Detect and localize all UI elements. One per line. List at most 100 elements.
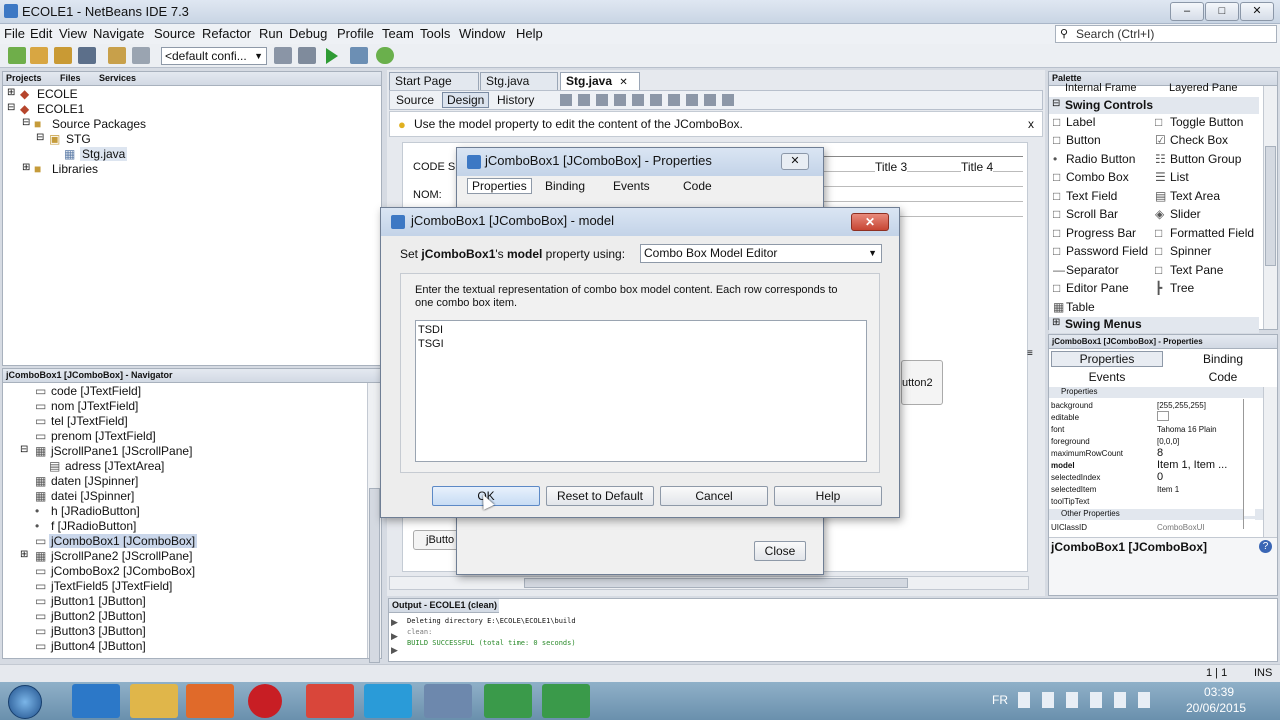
subtab-design[interactable]: Design: [442, 92, 490, 108]
tab-properties[interactable]: Properties: [467, 178, 532, 194]
tab-stg-java-1[interactable]: Stg.java: [480, 72, 558, 90]
expand-icon[interactable]: ⊞: [7, 87, 15, 98]
menu-team[interactable]: Team: [382, 26, 414, 41]
prop-ellipsis-buttons[interactable]: [1243, 399, 1255, 529]
other-properties-section[interactable]: Other Properties: [1049, 509, 1263, 520]
expand-icon[interactable]: ⊞: [22, 162, 30, 173]
palette-item[interactable]: Combo Box: [1066, 170, 1129, 184]
palette-item[interactable]: Button: [1066, 133, 1101, 147]
nav-item[interactable]: jScrollPane1 [JScrollPane]: [51, 444, 192, 458]
nav-item[interactable]: jButton2 [JButton]: [51, 609, 146, 623]
language-indicator[interactable]: FR: [992, 693, 1008, 707]
tab-projects[interactable]: Projects: [6, 72, 42, 85]
menu-edit[interactable]: Edit: [30, 26, 52, 41]
menu-file[interactable]: File: [4, 26, 25, 41]
camtasia-icon[interactable]: [484, 684, 532, 718]
tab-properties[interactable]: Properties: [1051, 351, 1163, 367]
navigator-scrollbar[interactable]: [367, 383, 381, 663]
tree-item-stg[interactable]: STG: [66, 132, 91, 146]
palette-category-swing-menus[interactable]: ⊞ Swing Menus: [1049, 317, 1259, 333]
palette-item[interactable]: Progress Bar: [1066, 226, 1136, 240]
prop-value[interactable]: Tahoma 16 Plain: [1157, 425, 1217, 434]
palette-item[interactable]: Table: [1066, 300, 1095, 314]
scroll-thumb[interactable]: [1265, 146, 1276, 266]
search-box[interactable]: ⚲ Search (Ctrl+I): [1055, 25, 1277, 43]
camtasia-recorder-icon[interactable]: [542, 684, 590, 718]
nav-item[interactable]: nom [JTextField]: [51, 399, 138, 413]
tree-item-stg-java[interactable]: Stg.java: [80, 147, 128, 161]
palette-item[interactable]: Formatted Field: [1170, 226, 1254, 240]
run-icon[interactable]: [326, 48, 338, 64]
minimize-button[interactable]: –: [1170, 2, 1204, 21]
palette-item[interactable]: Tree: [1170, 281, 1194, 295]
collapse-icon[interactable]: ⊟: [22, 117, 30, 128]
properties-section[interactable]: Properties: [1049, 387, 1263, 398]
menu-refactor[interactable]: Refactor: [202, 26, 251, 41]
tab-code[interactable]: Code: [683, 179, 712, 193]
clock-date[interactable]: 20/06/2015: [1186, 701, 1246, 715]
clock-time[interactable]: 03:39: [1204, 685, 1234, 699]
prop-value[interactable]: Item 1, Item ...: [1157, 459, 1227, 471]
palette-item[interactable]: Text Area: [1170, 189, 1220, 203]
palette-item[interactable]: Editor Pane: [1066, 281, 1129, 295]
close-hint-icon[interactable]: x: [1028, 117, 1034, 131]
prop-value[interactable]: Item 1: [1157, 485, 1179, 494]
nav-item[interactable]: daten [JSpinner]: [51, 474, 138, 488]
align-tools-icons[interactable]: [560, 94, 740, 106]
nav-item[interactable]: code [JTextField]: [51, 384, 141, 398]
undo-icon[interactable]: [108, 47, 126, 64]
nav-item[interactable]: jScrollPane2 [JScrollPane]: [51, 549, 192, 563]
cancel-button[interactable]: Cancel: [660, 486, 768, 506]
maximize-button[interactable]: □: [1205, 2, 1239, 21]
menu-source[interactable]: Source: [154, 26, 195, 41]
nav-item[interactable]: jButton1 [JButton]: [51, 594, 146, 608]
start-button-icon[interactable]: [8, 685, 42, 719]
prop-checkbox[interactable]: [1157, 411, 1169, 421]
scroll-thumb[interactable]: [369, 488, 380, 663]
palette-item[interactable]: Button Group: [1170, 152, 1241, 166]
nav-item-selected[interactable]: jComboBox1 [JComboBox]: [49, 534, 198, 548]
save-all-icon[interactable]: [78, 47, 96, 64]
palette-item[interactable]: Toggle Button: [1170, 115, 1243, 129]
nav-item[interactable]: f [JRadioButton]: [51, 519, 136, 533]
profile-icon[interactable]: [376, 47, 394, 64]
palette-item[interactable]: List: [1170, 170, 1189, 184]
search-input[interactable]: Search (Ctrl+I): [1076, 27, 1154, 41]
nav-item[interactable]: jButton4 [JButton]: [51, 639, 146, 653]
menu-navigate[interactable]: Navigate: [93, 26, 144, 41]
form-jbutton[interactable]: jButto: [413, 530, 461, 550]
menu-view[interactable]: View: [59, 26, 87, 41]
reset-to-default-button[interactable]: Reset to Default: [546, 486, 654, 506]
tab-start-page[interactable]: Start Page: [389, 72, 479, 90]
tree-item-libraries[interactable]: Libraries: [52, 162, 98, 176]
palette-item[interactable]: Scroll Bar: [1066, 207, 1118, 221]
tab-files[interactable]: Files: [60, 72, 81, 85]
properties-scrollbar[interactable]: [1263, 387, 1277, 537]
open-project-icon[interactable]: [54, 47, 72, 64]
media-player-icon[interactable]: [186, 684, 234, 718]
nav-item[interactable]: jButton3 [JButton]: [51, 624, 146, 638]
tree-item-source-packages[interactable]: Source Packages: [52, 117, 146, 131]
palette-scrollbar[interactable]: [1263, 86, 1277, 329]
explorer-icon[interactable]: [130, 684, 178, 718]
help-button[interactable]: Help: [774, 486, 882, 506]
output-controls-icons[interactable]: ▶ ▶ ▶: [391, 615, 403, 661]
tray-icons[interactable]: [1018, 692, 1158, 708]
skype-icon[interactable]: [364, 684, 412, 718]
ie-icon[interactable]: [72, 684, 120, 718]
nav-item[interactable]: jTextField5 [JTextField]: [51, 579, 172, 593]
form-button2[interactable]: utton2: [901, 360, 943, 405]
netbeans-icon[interactable]: [424, 684, 472, 718]
menu-help[interactable]: Help: [516, 26, 543, 41]
subtab-source[interactable]: Source: [396, 93, 434, 107]
resize-handle-icon[interactable]: ≡: [1027, 348, 1037, 359]
nav-item[interactable]: jComboBox2 [JComboBox]: [51, 564, 195, 578]
palette-item[interactable]: Radio Button: [1066, 152, 1135, 166]
new-file-icon[interactable]: [8, 47, 26, 64]
palette-item[interactable]: Separator: [1066, 263, 1119, 277]
editor-type-select[interactable]: Combo Box Model Editor ▼: [640, 244, 882, 263]
config-select[interactable]: <default confi... ▼: [161, 47, 267, 65]
palette-item[interactable]: Text Field: [1066, 189, 1117, 203]
redo-icon[interactable]: [132, 47, 150, 64]
close-button[interactable]: ✕: [781, 153, 809, 170]
